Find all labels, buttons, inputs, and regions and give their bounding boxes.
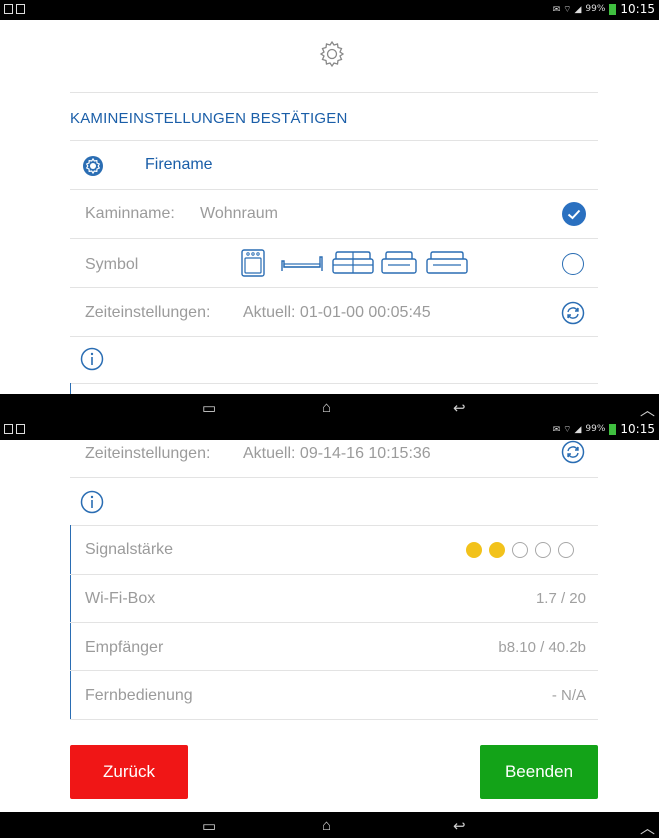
divider bbox=[70, 336, 598, 337]
gear-icon bbox=[319, 40, 345, 68]
fire-name-row[interactable]: Firename bbox=[70, 152, 598, 182]
signal-label: Signalstärke bbox=[85, 541, 174, 558]
clock: 10:15 bbox=[620, 2, 655, 16]
divider bbox=[70, 140, 598, 141]
home-icon[interactable]: ⌂ bbox=[322, 399, 331, 416]
divider bbox=[70, 719, 598, 720]
symbol-label: Symbol bbox=[85, 256, 139, 273]
sofa-icon[interactable] bbox=[331, 251, 375, 275]
divider bbox=[70, 92, 598, 93]
receiver-row: Empfänger b8.10 / 40.2b bbox=[70, 639, 598, 663]
time-label: Zeiteinstellungen: bbox=[85, 304, 211, 321]
chevron-up-icon[interactable]: ︿ bbox=[640, 399, 655, 420]
divider bbox=[70, 238, 598, 239]
divider bbox=[70, 525, 598, 526]
divider bbox=[70, 189, 598, 190]
notification-icons bbox=[4, 424, 25, 434]
home-icon[interactable]: ⌂ bbox=[322, 817, 331, 834]
signal-dot bbox=[558, 542, 574, 558]
sync-icon[interactable] bbox=[561, 301, 585, 325]
signal-icons: ✉ ⌔ ◢ bbox=[552, 424, 582, 435]
time-settings-row: Zeiteinstellungen: Aktuell: 09-14-16 10:… bbox=[70, 445, 598, 469]
time-value: Aktuell: 01-01-00 00:05:45 bbox=[243, 304, 431, 321]
battery-icon bbox=[609, 3, 617, 15]
section-title: KAMINEINSTELLUNGEN BESTÄTIGEN bbox=[70, 110, 348, 127]
sync-icon[interactable] bbox=[561, 440, 585, 464]
finish-button[interactable]: Beenden bbox=[480, 745, 598, 799]
back-icon[interactable]: ↩ bbox=[453, 817, 466, 835]
fire-name: Firename bbox=[145, 156, 213, 173]
remote-value: - N/A bbox=[551, 687, 586, 704]
settings-icon bbox=[83, 156, 103, 176]
check-icon[interactable] bbox=[562, 202, 586, 226]
image-icon bbox=[4, 4, 13, 14]
image-icon bbox=[4, 424, 13, 434]
divider bbox=[70, 574, 598, 575]
chevron-up-icon[interactable]: ︿ bbox=[640, 817, 655, 838]
stove-icon[interactable] bbox=[241, 249, 265, 277]
battery-icon bbox=[609, 423, 617, 435]
status-bar: ✉ ⌔ ◢ 99% 10:15 bbox=[0, 0, 659, 20]
time-value: Aktuell: 09-14-16 10:15:36 bbox=[243, 445, 431, 462]
wifi-label: Wi-Fi-Box bbox=[85, 590, 156, 607]
bench-icon[interactable] bbox=[280, 253, 324, 275]
recent-apps-icon[interactable]: ▭ bbox=[202, 399, 216, 417]
divider bbox=[70, 383, 598, 384]
signal-dot bbox=[489, 542, 505, 558]
divider bbox=[70, 477, 598, 478]
wifi-row: Wi-Fi-Box 1.7 / 20 bbox=[70, 590, 598, 614]
wifi-value: 1.7 / 20 bbox=[535, 590, 586, 607]
back-button[interactable]: Zurück bbox=[70, 745, 188, 799]
divider bbox=[70, 287, 598, 288]
armchair-icon[interactable] bbox=[380, 251, 418, 275]
notification-icons bbox=[4, 4, 25, 14]
info-icon[interactable] bbox=[80, 347, 104, 371]
battery-percent: 99% bbox=[585, 4, 606, 14]
fireplace-name-row: Kaminname: Wohnraum bbox=[70, 205, 598, 229]
time-settings-row: Zeiteinstellungen: Aktuell: 01-01-00 00:… bbox=[70, 304, 598, 328]
signal-dot bbox=[512, 542, 528, 558]
receiver-value: b8.10 / 40.2b bbox=[498, 639, 586, 656]
divider bbox=[70, 622, 598, 623]
signal-dot bbox=[466, 542, 482, 558]
signal-dot bbox=[535, 542, 551, 558]
battery-percent: 99% bbox=[585, 424, 606, 434]
back-icon[interactable]: ↩ bbox=[453, 399, 466, 417]
recent-apps-icon[interactable]: ▭ bbox=[202, 817, 216, 835]
status-bar: ✉ ⌔ ◢ 99% 10:15 bbox=[0, 420, 659, 440]
time-label: Zeiteinstellungen: bbox=[85, 445, 211, 462]
sd-icon bbox=[16, 424, 25, 434]
panel-border bbox=[70, 383, 71, 394]
sd-icon bbox=[16, 4, 25, 14]
symbol-select-radio[interactable] bbox=[562, 253, 584, 275]
fireplace-name-value: Wohnraum bbox=[200, 205, 278, 222]
receiver-label: Empfänger bbox=[85, 639, 164, 656]
nav-bar: ▭ ⌂ ↩ ︿ bbox=[0, 812, 659, 838]
couch-icon[interactable] bbox=[425, 251, 469, 275]
fireplace-name-label: Kaminname: bbox=[85, 205, 175, 222]
nav-bar: ▭ ⌂ ↩ ︿ bbox=[0, 394, 659, 420]
clock: 10:15 bbox=[620, 422, 655, 436]
remote-row: Fernbedienung - N/A bbox=[70, 687, 598, 711]
info-icon[interactable] bbox=[80, 490, 104, 514]
divider bbox=[70, 670, 598, 671]
signal-icons: ✉ ⌔ ◢ bbox=[552, 4, 582, 15]
remote-label: Fernbedienung bbox=[85, 687, 193, 704]
